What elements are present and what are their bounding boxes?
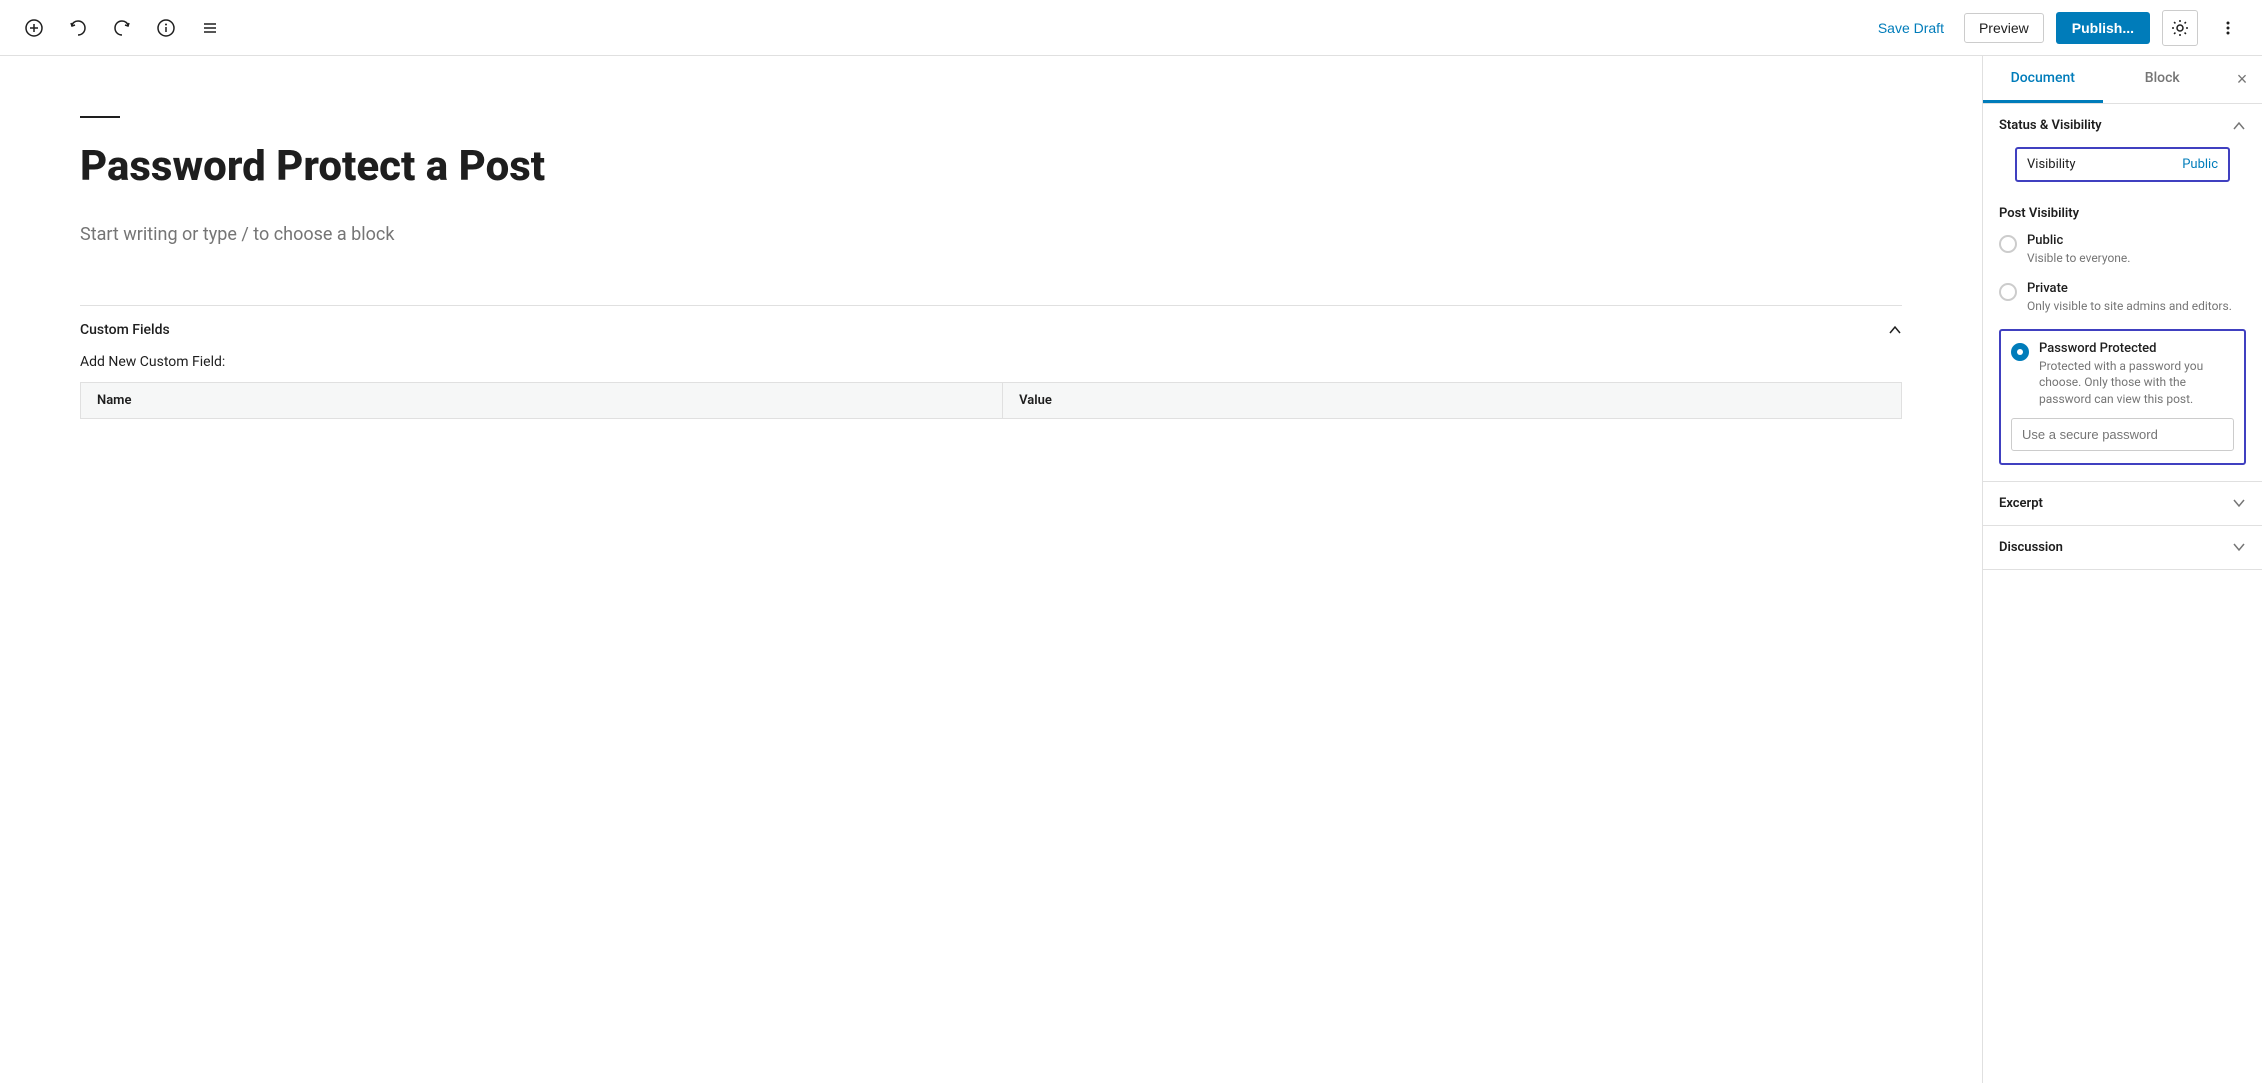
- radio-password-title: Password Protected: [2039, 341, 2234, 356]
- chevron-up-icon: [1888, 323, 1902, 337]
- discussion-panel[interactable]: Discussion: [1983, 526, 2262, 570]
- tab-block[interactable]: Block: [2103, 56, 2223, 103]
- excerpt-title: Excerpt: [1999, 496, 2043, 511]
- editor: Password Protect a Post Start writing or…: [0, 56, 1982, 1083]
- add-icon: [25, 19, 43, 37]
- radio-option-public[interactable]: Public Visible to everyone.: [1999, 233, 2246, 267]
- toolbar-right: Save Draft Preview Publish...: [1870, 10, 2246, 46]
- password-input[interactable]: [2011, 418, 2234, 451]
- radio-password-row: Password Protected Protected with a pass…: [2011, 341, 2234, 408]
- gear-icon: [2171, 19, 2189, 37]
- preview-button[interactable]: Preview: [1964, 13, 2044, 43]
- radio-public-desc: Visible to everyone.: [2027, 250, 2130, 267]
- status-visibility-header[interactable]: Status & Visibility: [1983, 104, 2262, 147]
- info-icon: [157, 19, 175, 37]
- redo-icon: [113, 19, 131, 37]
- add-block-button[interactable]: [16, 10, 52, 46]
- settings-button[interactable]: [2162, 10, 2198, 46]
- visibility-row[interactable]: Visibility Public: [2015, 147, 2230, 182]
- post-visibility-title: Post Visibility: [1999, 206, 2246, 221]
- menu-button[interactable]: [192, 10, 228, 46]
- radio-option-private[interactable]: Private Only visible to site admins and …: [1999, 281, 2246, 315]
- sidebar-header: Document Block ×: [1983, 56, 2262, 104]
- main-area: Password Protect a Post Start writing or…: [0, 56, 2262, 1083]
- visibility-label: Visibility: [2027, 157, 2076, 172]
- menu-icon: [201, 19, 219, 37]
- info-button[interactable]: [148, 10, 184, 46]
- col-name: Name: [81, 383, 1003, 419]
- sidebar-close-button[interactable]: ×: [2222, 60, 2262, 100]
- visibility-value[interactable]: Public: [2182, 157, 2218, 172]
- chevron-up-icon-sidebar: [2232, 119, 2246, 133]
- radio-private-title: Private: [2027, 281, 2232, 296]
- sidebar: Document Block × Status & Visibility Vis…: [1982, 56, 2262, 1083]
- editor-placeholder[interactable]: Start writing or type / to choose a bloc…: [80, 224, 1902, 245]
- add-custom-label: Add New Custom Field:: [80, 354, 1902, 370]
- radio-private-text: Private Only visible to site admins and …: [2027, 281, 2232, 315]
- discussion-title: Discussion: [1999, 540, 2063, 555]
- radio-private[interactable]: [1999, 283, 2017, 301]
- status-visibility-section: Status & Visibility Visibility Public Po…: [1983, 104, 2262, 482]
- excerpt-panel[interactable]: Excerpt: [1983, 482, 2262, 526]
- toolbar: Save Draft Preview Publish...: [0, 0, 2262, 56]
- radio-public-title: Public: [2027, 233, 2130, 248]
- radio-public[interactable]: [1999, 235, 2017, 253]
- more-vertical-icon: [2219, 19, 2237, 37]
- radio-private-desc: Only visible to site admins and editors.: [2027, 298, 2232, 315]
- toolbar-left: [16, 10, 228, 46]
- undo-button[interactable]: [60, 10, 96, 46]
- radio-password-text: Password Protected Protected with a pass…: [2039, 341, 2234, 408]
- redo-button[interactable]: [104, 10, 140, 46]
- publish-button[interactable]: Publish...: [2056, 12, 2150, 44]
- custom-fields-title: Custom Fields: [80, 322, 170, 338]
- status-visibility-title: Status & Visibility: [1999, 118, 2102, 133]
- custom-fields-table: Name Value: [80, 382, 1902, 419]
- custom-fields-header[interactable]: Custom Fields: [80, 306, 1902, 354]
- post-visibility-area: Post Visibility Public Visible to everyo…: [1983, 194, 2262, 481]
- custom-fields-body: Add New Custom Field: Name Value: [80, 354, 1902, 435]
- more-options-button[interactable]: [2210, 10, 2246, 46]
- radio-public-text: Public Visible to everyone.: [2027, 233, 2130, 267]
- editor-divider: [80, 116, 120, 118]
- undo-icon: [69, 19, 87, 37]
- tab-document[interactable]: Document: [1983, 56, 2103, 103]
- radio-password[interactable]: [2011, 343, 2029, 361]
- radio-option-password[interactable]: Password Protected Protected with a pass…: [1999, 329, 2246, 465]
- editor-bottom: Custom Fields Add New Custom Field: Name…: [80, 305, 1902, 435]
- save-draft-button[interactable]: Save Draft: [1870, 14, 1952, 42]
- chevron-down-icon-discussion: [2232, 540, 2246, 554]
- chevron-down-icon-excerpt: [2232, 496, 2246, 510]
- post-title[interactable]: Password Protect a Post: [80, 142, 1902, 192]
- radio-password-desc: Protected with a password you choose. On…: [2039, 358, 2234, 408]
- col-value: Value: [1003, 383, 1902, 419]
